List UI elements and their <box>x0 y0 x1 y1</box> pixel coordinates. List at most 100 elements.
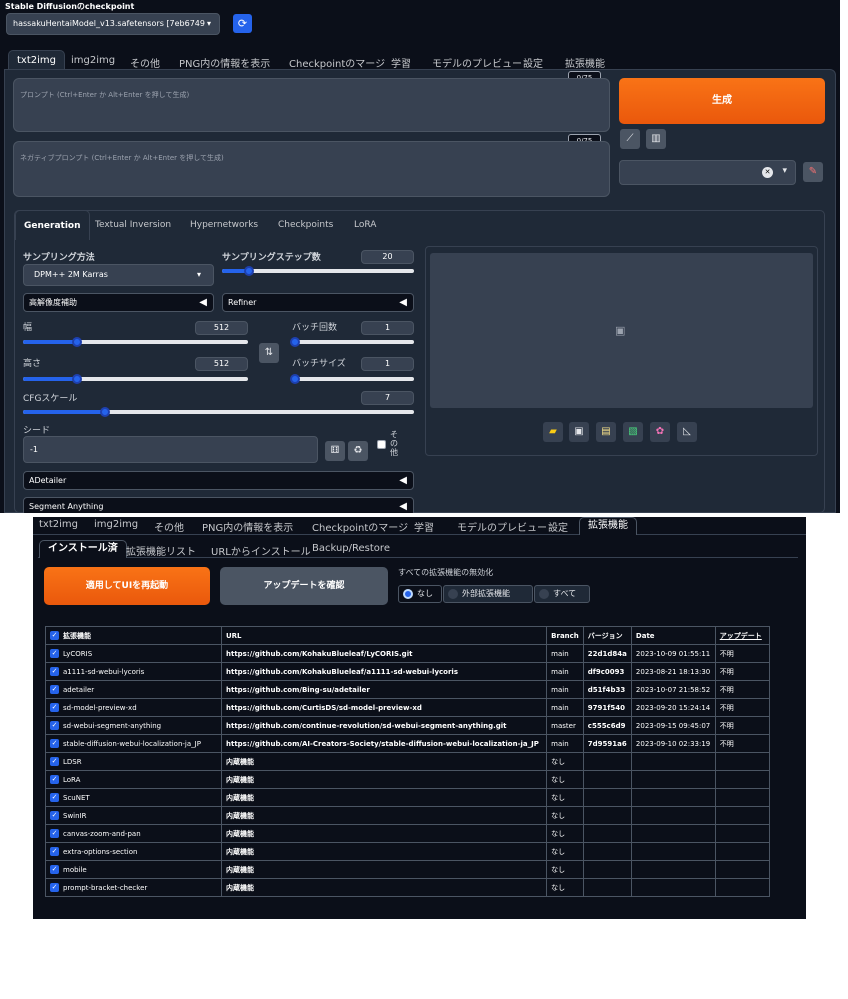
check-icon[interactable]: ✓ <box>50 793 59 802</box>
dice-icon[interactable]: ⚅ <box>325 441 345 461</box>
archive-icon[interactable]: ▤ <box>596 422 616 442</box>
tab-generation[interactable]: Generation <box>15 210 90 240</box>
brush-icon[interactable]: ✎ <box>803 162 823 182</box>
style-dropdown[interactable]: ✕ ▾ <box>619 160 796 185</box>
check-icon[interactable]: ✓ <box>50 757 59 766</box>
check-icon[interactable]: ✓ <box>50 649 59 658</box>
ext-tab-extensions[interactable]: 拡張機能 <box>579 517 637 535</box>
send-to-img2img-icon[interactable]: ▧ <box>623 422 643 442</box>
subtab-install-from-url[interactable]: URLからインストール <box>211 543 311 558</box>
batch-size-slider[interactable] <box>290 374 414 384</box>
seed-input[interactable]: -1 <box>23 436 318 463</box>
hires-fix-accordion[interactable]: 高解像度補助 ◀ <box>23 293 214 312</box>
subtab-installed[interactable]: インストール済 <box>39 540 127 558</box>
ext-tab-train[interactable]: 学習 <box>414 519 434 534</box>
prompt-input[interactable]: プロンプト (Ctrl+Enter か Alt+Enter を押して生成) <box>13 78 610 132</box>
subtab-backup-restore[interactable]: Backup/Restore <box>312 543 390 554</box>
tab-model-preview[interactable]: モデルのプレビュー <box>432 55 522 70</box>
cfg-slider[interactable] <box>23 407 414 417</box>
clear-icon[interactable]: ✕ <box>762 167 773 178</box>
sampler-value: DPM++ 2M Karras <box>34 270 108 279</box>
checkpoint-dropdown[interactable]: hassakuHentaiModel_v13.safetensors [7eb6… <box>6 13 220 35</box>
url-cell: https://github.com/CurtisDS/sd-model-pre… <box>220 698 548 717</box>
check-icon[interactable]: ✓ <box>50 739 59 748</box>
steps-input[interactable]: 20 <box>361 250 414 264</box>
tab-settings[interactable]: 設定 <box>523 55 543 70</box>
save-icon[interactable]: ▣ <box>569 422 589 442</box>
negative-prompt-input[interactable]: ネガティブプロンプト (Ctrl+Enter か Alt+Enter を押して生… <box>13 141 610 197</box>
check-icon[interactable]: ✓ <box>50 811 59 820</box>
radio-extra[interactable]: 外部拡張機能 <box>443 585 533 603</box>
tab-checkpoints[interactable]: Checkpoints <box>278 220 333 230</box>
cfg-input[interactable]: 7 <box>361 391 414 405</box>
check-updates-button[interactable]: アップデートを確認 <box>220 567 388 605</box>
extension-name: canvas-zoom-and-pan <box>63 829 141 838</box>
ruler-icon[interactable]: ◺ <box>677 422 697 442</box>
tab-lora[interactable]: LoRA <box>354 220 376 230</box>
check-icon[interactable]: ✓ <box>50 883 59 892</box>
table-row: ✓ sd-model-preview-xd https://github.com/C… <box>45 698 771 717</box>
ext-tab-extras[interactable]: その他 <box>154 519 184 534</box>
batch-size-input[interactable]: 1 <box>361 357 414 371</box>
height-slider[interactable] <box>23 374 248 384</box>
tab-extras[interactable]: その他 <box>130 55 160 70</box>
tab-png-info[interactable]: PNG内の情報を表示 <box>179 55 270 70</box>
apply-restart-button[interactable]: 適用してUIを再起動 <box>44 567 210 605</box>
width-input[interactable]: 512 <box>195 321 248 335</box>
trash-icon[interactable]: ▥ <box>646 129 666 149</box>
check-icon[interactable]: ✓ <box>50 631 59 640</box>
radio-none[interactable]: なし <box>398 585 442 603</box>
ext-tab-img2img[interactable]: img2img <box>94 519 138 530</box>
tab-hypernetworks[interactable]: Hypernetworks <box>190 220 258 230</box>
slider-thumb[interactable] <box>290 374 300 384</box>
date-cell: 2023-09-10 02:33:19 <box>630 734 716 753</box>
batch-count-slider[interactable] <box>290 337 414 347</box>
image-gallery: ▣ <box>430 253 813 408</box>
slider-thumb[interactable] <box>72 374 82 384</box>
check-icon[interactable]: ✓ <box>50 847 59 856</box>
batch-count-input[interactable]: 1 <box>361 321 414 335</box>
tab-img2img[interactable]: img2img <box>71 55 115 66</box>
tab-extensions[interactable]: 拡張機能 <box>565 55 605 70</box>
radio-all[interactable]: すべて <box>534 585 590 603</box>
check-icon[interactable]: ✓ <box>50 829 59 838</box>
slider-thumb[interactable] <box>244 266 254 276</box>
negative-prompt-placeholder: ネガティブプロンプト (Ctrl+Enter か Alt+Enter を押して生… <box>20 154 224 162</box>
ext-tab-checkpoint-merge[interactable]: Checkpointのマージ <box>312 519 408 534</box>
pencil-icon[interactable]: ⟋ <box>620 129 640 149</box>
check-icon[interactable]: ✓ <box>50 703 59 712</box>
check-icon[interactable]: ✓ <box>50 685 59 694</box>
slider-thumb[interactable] <box>290 337 300 347</box>
slider-thumb[interactable] <box>100 407 110 417</box>
generate-button[interactable]: 生成 <box>619 78 825 124</box>
tab-txt2img[interactable]: txt2img <box>8 50 65 70</box>
recycle-icon[interactable]: ♻ <box>348 441 368 461</box>
segment-anything-accordion[interactable]: Segment Anything ◀ <box>23 497 414 513</box>
tab-train[interactable]: 学習 <box>391 55 411 70</box>
extra-seed-checkbox[interactable] <box>377 440 386 449</box>
ext-tab-txt2img[interactable]: txt2img <box>39 519 78 530</box>
check-icon[interactable]: ✓ <box>50 667 59 676</box>
steps-slider[interactable] <box>222 266 414 276</box>
ext-tab-model-preview[interactable]: モデルのプレビュー <box>457 519 547 534</box>
col-extension[interactable]: ✓ 拡張機能 <box>45 626 222 645</box>
check-icon[interactable]: ✓ <box>50 865 59 874</box>
adetailer-accordion[interactable]: ADetailer ◀ <box>23 471 414 490</box>
check-icon[interactable]: ✓ <box>50 721 59 730</box>
sampler-dropdown[interactable]: DPM++ 2M Karras ▾ <box>23 264 214 286</box>
tab-checkpoint-merge[interactable]: Checkpointのマージ <box>289 55 385 70</box>
refiner-accordion[interactable]: Refiner ◀ <box>222 293 414 312</box>
tab-textual-inversion[interactable]: Textual Inversion <box>95 220 171 230</box>
col-update[interactable]: アップデート <box>714 626 771 645</box>
ext-tab-png-info[interactable]: PNG内の情報を表示 <box>202 519 293 534</box>
slider-thumb[interactable] <box>72 337 82 347</box>
palette-icon[interactable]: ✿ <box>650 422 670 442</box>
ext-tab-settings[interactable]: 設定 <box>548 519 568 534</box>
check-icon[interactable]: ✓ <box>50 775 59 784</box>
refresh-icon[interactable]: ⟳ <box>233 14 252 33</box>
folder-icon[interactable]: ▰ <box>543 422 563 442</box>
width-slider[interactable] <box>23 337 248 347</box>
swap-dimensions-icon[interactable]: ⇅ <box>259 343 279 363</box>
height-input[interactable]: 512 <box>195 357 248 371</box>
subtab-available[interactable]: 拡張機能リスト <box>126 543 196 558</box>
